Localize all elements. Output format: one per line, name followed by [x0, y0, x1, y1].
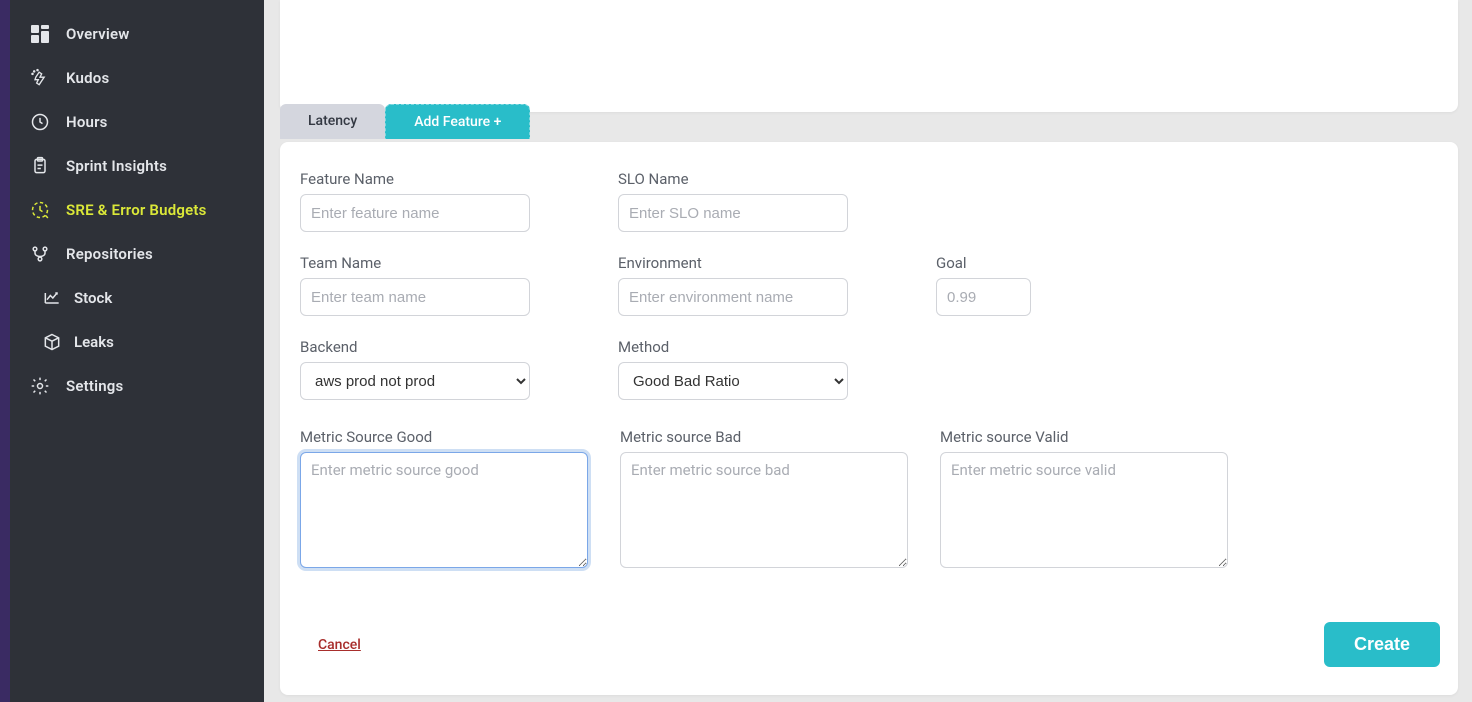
sidebar-subitem-label: Stock [74, 289, 112, 307]
field-team-name: Team Name [300, 254, 600, 316]
box-icon [42, 332, 62, 352]
form-actions: Cancel Create [280, 592, 1458, 695]
sidebar-item-hours[interactable]: Hours [10, 100, 264, 144]
label-environment: Environment [618, 254, 918, 272]
feature-name-input[interactable] [300, 194, 530, 232]
feature-form: Feature Name SLO Name Team Name Environm… [280, 142, 1458, 592]
create-button[interactable]: Create [1324, 622, 1440, 667]
field-slo-name: SLO Name [618, 170, 918, 232]
label-metric-valid: Metric source Valid [940, 428, 1228, 446]
cancel-link[interactable]: Cancel [318, 637, 361, 653]
sidebar-item-settings[interactable]: Settings [10, 364, 264, 408]
sidebar-item-label: SRE & Error Budgets [66, 201, 207, 219]
field-goal: Goal [936, 254, 1136, 316]
gear-icon [30, 376, 50, 396]
dashboard-icon [30, 24, 50, 44]
field-environment: Environment [618, 254, 918, 316]
field-feature-name: Feature Name [300, 170, 600, 232]
backend-select[interactable]: aws prod not prod [300, 362, 530, 400]
sidebar-item-sre-error-budgets[interactable]: SRE & Error Budgets [10, 188, 264, 232]
environment-input[interactable] [618, 278, 848, 316]
label-method: Method [618, 338, 918, 356]
label-goal: Goal [936, 254, 1136, 272]
label-metric-good: Metric Source Good [300, 428, 588, 446]
sidebar-item-overview[interactable]: Overview [10, 12, 264, 56]
sidebar-item-label: Repositories [66, 245, 153, 263]
team-name-input[interactable] [300, 278, 530, 316]
field-method: Method Good Bad Ratio [618, 338, 918, 400]
label-feature-name: Feature Name [300, 170, 600, 188]
app-rail [0, 0, 10, 702]
chart-icon [42, 288, 62, 308]
label-team-name: Team Name [300, 254, 600, 272]
main-content: Latency Add Feature + Feature Name SLO N… [264, 0, 1472, 702]
branch-icon [30, 244, 50, 264]
tabs: Latency Add Feature + [280, 104, 530, 139]
sidebar-item-repositories[interactable]: Repositories [10, 232, 264, 276]
sidebar-item-label: Sprint Insights [66, 157, 167, 175]
metric-bad-textarea[interactable] [620, 452, 908, 568]
slo-name-input[interactable] [618, 194, 848, 232]
sidebar-item-label: Kudos [66, 69, 109, 87]
sidebar-item-label: Overview [66, 25, 130, 43]
label-metric-bad: Metric source Bad [620, 428, 908, 446]
goal-input[interactable] [936, 278, 1031, 316]
sidebar-subitem-stock[interactable]: Stock [74, 276, 264, 320]
field-metric-valid: Metric source Valid [940, 428, 1228, 572]
feature-panel: Latency Add Feature + Feature Name SLO N… [280, 142, 1458, 695]
clipboard-icon [30, 156, 50, 176]
metric-valid-textarea[interactable] [940, 452, 1228, 568]
tab-latency[interactable]: Latency [280, 104, 385, 139]
budget-icon [30, 200, 50, 220]
sidebar-subitem-leaks[interactable]: Leaks [74, 320, 264, 364]
field-backend: Backend aws prod not prod [300, 338, 600, 400]
field-metric-bad: Metric source Bad [620, 428, 908, 572]
sidebar-item-kudos[interactable]: Kudos [10, 56, 264, 100]
clap-icon [30, 68, 50, 88]
clock-icon [30, 112, 50, 132]
tab-add-feature[interactable]: Add Feature + [385, 104, 530, 139]
sidebar-item-label: Settings [66, 377, 123, 395]
method-select[interactable]: Good Bad Ratio [618, 362, 848, 400]
field-metric-good: Metric Source Good [300, 428, 588, 572]
top-card [280, 0, 1458, 112]
metric-good-textarea[interactable] [300, 452, 588, 568]
sidebar-item-label: Hours [66, 113, 108, 131]
sidebar-item-sprint-insights[interactable]: Sprint Insights [10, 144, 264, 188]
sidebar: Overview Kudos Hours Sprint Insights SRE… [10, 0, 264, 702]
label-backend: Backend [300, 338, 600, 356]
label-slo-name: SLO Name [618, 170, 918, 188]
sidebar-subitem-label: Leaks [74, 333, 114, 351]
